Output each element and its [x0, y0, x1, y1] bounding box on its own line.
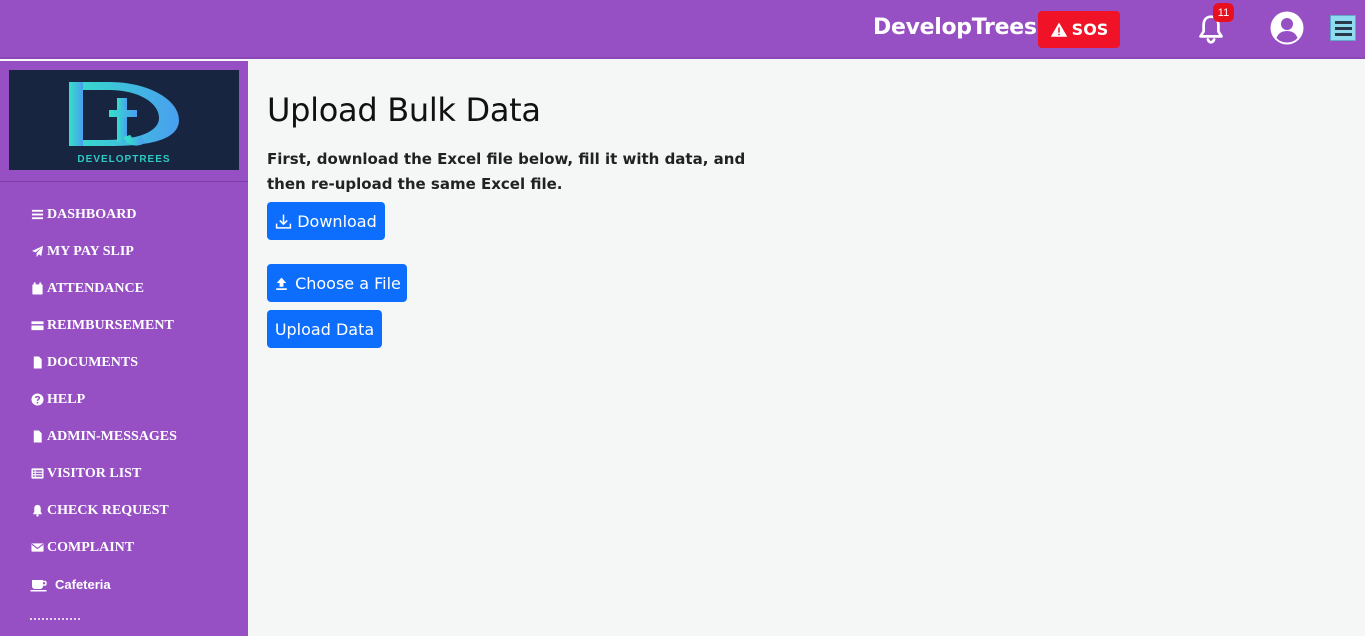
sidebar: DEVELOPTREES DASHBOARD MY PAY SLIP ATTEN… [0, 61, 248, 636]
coffee-cup-icon [30, 578, 48, 592]
download-button[interactable]: Download [267, 202, 385, 240]
paper-plane-icon [30, 245, 44, 259]
user-profile-icon[interactable] [1270, 11, 1304, 45]
sidebar-item-complaint[interactable]: COMPLAINT [30, 529, 177, 566]
sidebar-item-reimbursement[interactable]: REIMBURSEMENT [30, 307, 177, 344]
page-title: Upload Bulk Data [267, 91, 541, 129]
upload-icon [276, 277, 287, 290]
upload-data-label: Upload Data [274, 319, 375, 339]
instructions-text: First, download the Excel file below, fi… [267, 150, 746, 193]
menu-toggle-button[interactable] [1330, 15, 1356, 41]
download-label: Download [297, 211, 377, 231]
top-navbar: DevelopTrees SOS 11 [0, 0, 1365, 59]
sidebar-item-label: HELP [47, 391, 86, 407]
sidebar-item-label: DOCUMENTS [47, 354, 139, 370]
bars-icon [30, 208, 44, 222]
brand-title[interactable]: DevelopTrees [873, 15, 1037, 40]
bell-icon [30, 504, 44, 518]
sidebar-item-label: ATTENDANCE [47, 280, 144, 296]
sos-button[interactable]: SOS [1038, 11, 1120, 48]
sidebar-item-label: ADMIN-MESSAGES [47, 428, 177, 444]
developtrees-logo: DEVELOPTREES [67, 82, 179, 165]
upload-data-button[interactable]: Upload Data [267, 310, 382, 348]
sidebar-item-partial [30, 618, 80, 621]
hamburger-bar [1334, 32, 1352, 36]
hamburger-bar [1334, 26, 1352, 30]
sidebar-item-label: VISITOR LIST [47, 465, 142, 481]
question-circle-icon [30, 393, 44, 407]
sidebar-item-admin-messages[interactable]: ADMIN-MESSAGES [30, 418, 177, 455]
sidebar-item-cafeteria[interactable]: Cafeteria [30, 566, 177, 603]
file-icon [30, 430, 44, 444]
notification-count-badge: 11 [1213, 3, 1234, 22]
sidebar-item-label: DASHBOARD [47, 206, 137, 222]
sidebar-item-label: COMPLAINT [47, 539, 135, 555]
sidebar-item-label: Cafeteria [55, 577, 111, 592]
sidebar-item-label: CHECK REQUEST [47, 502, 169, 518]
sidebar-nav: DASHBOARD MY PAY SLIP ATTENDANCE REIMBUR… [30, 206, 177, 613]
envelope-icon [30, 541, 44, 555]
sidebar-item-dashboard[interactable]: DASHBOARD [30, 196, 177, 233]
sidebar-item-visitor-list[interactable]: VISITOR LIST [30, 455, 177, 492]
list-icon [30, 467, 44, 481]
download-icon [276, 214, 292, 229]
company-logo[interactable]: DEVELOPTREES [9, 70, 239, 170]
credit-card-icon [30, 319, 44, 333]
sidebar-item-my-pay-slip[interactable]: MY PAY SLIP [30, 233, 177, 270]
sidebar-item-label: MY PAY SLIP [47, 243, 134, 259]
sidebar-item-attendance[interactable]: ATTENDANCE [30, 270, 177, 307]
sos-label: SOS [1071, 20, 1109, 39]
sidebar-item-help[interactable]: HELP [30, 381, 177, 418]
sidebar-item-documents[interactable]: DOCUMENTS [30, 344, 177, 381]
sidebar-item-check-request[interactable]: CHECK REQUEST [30, 492, 177, 529]
choose-file-button[interactable]: Choose a File [267, 264, 407, 302]
hamburger-bar [1334, 20, 1352, 24]
sidebar-item-label: REIMBURSEMENT [47, 317, 174, 333]
file-icon [30, 356, 44, 370]
warning-icon [1050, 22, 1067, 37]
sidebar-divider [0, 181, 248, 182]
choose-file-label: Choose a File [295, 273, 401, 293]
calendar-icon [30, 282, 44, 296]
logo-text: DEVELOPTREES [77, 154, 170, 165]
main-content: Upload Bulk Data First, download the Exc… [248, 61, 1365, 636]
